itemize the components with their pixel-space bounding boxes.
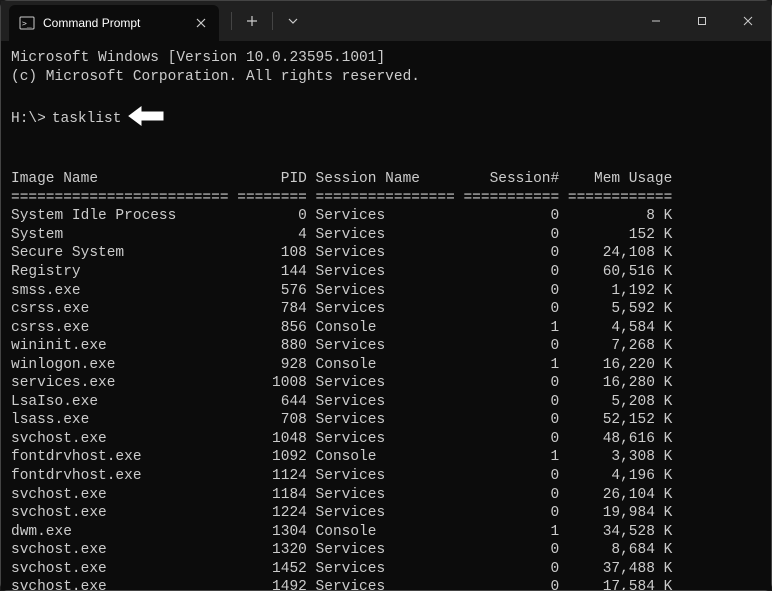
minimize-button[interactable] [633,1,679,41]
close-window-button[interactable] [725,1,771,41]
arrow-left-icon [127,105,165,134]
terminal-output[interactable]: Microsoft Windows [Version 10.0.23595.10… [1,41,771,590]
window-controls [633,1,771,41]
divider [272,12,273,30]
tab-dropdown-button[interactable] [279,7,307,35]
tab-command-prompt[interactable]: >_ Command Prompt [9,5,219,41]
maximize-button[interactable] [679,1,725,41]
table-body: System Idle Process 0 Services 0 8 K Sys… [11,208,672,590]
table-header-row: Image Name PID Session Name Session# Mem… [11,171,672,187]
svg-text:>_: >_ [22,19,32,28]
tab-actions [219,7,307,35]
header-line1: Microsoft Windows [Version 10.0.23595.10… [11,50,385,66]
header-line2: (c) Microsoft Corporation. All rights re… [11,69,420,85]
tab-close-button[interactable] [193,15,209,31]
tab-title: Command Prompt [43,16,185,30]
prompt-prefix: H:\> [11,110,46,129]
command-text: tasklist [52,110,122,129]
divider [231,12,232,30]
cmd-icon: >_ [19,15,35,31]
table-divider-row: ========================= ======== =====… [11,190,672,206]
titlebar: >_ Command Prompt [1,1,771,41]
new-tab-button[interactable] [238,7,266,35]
